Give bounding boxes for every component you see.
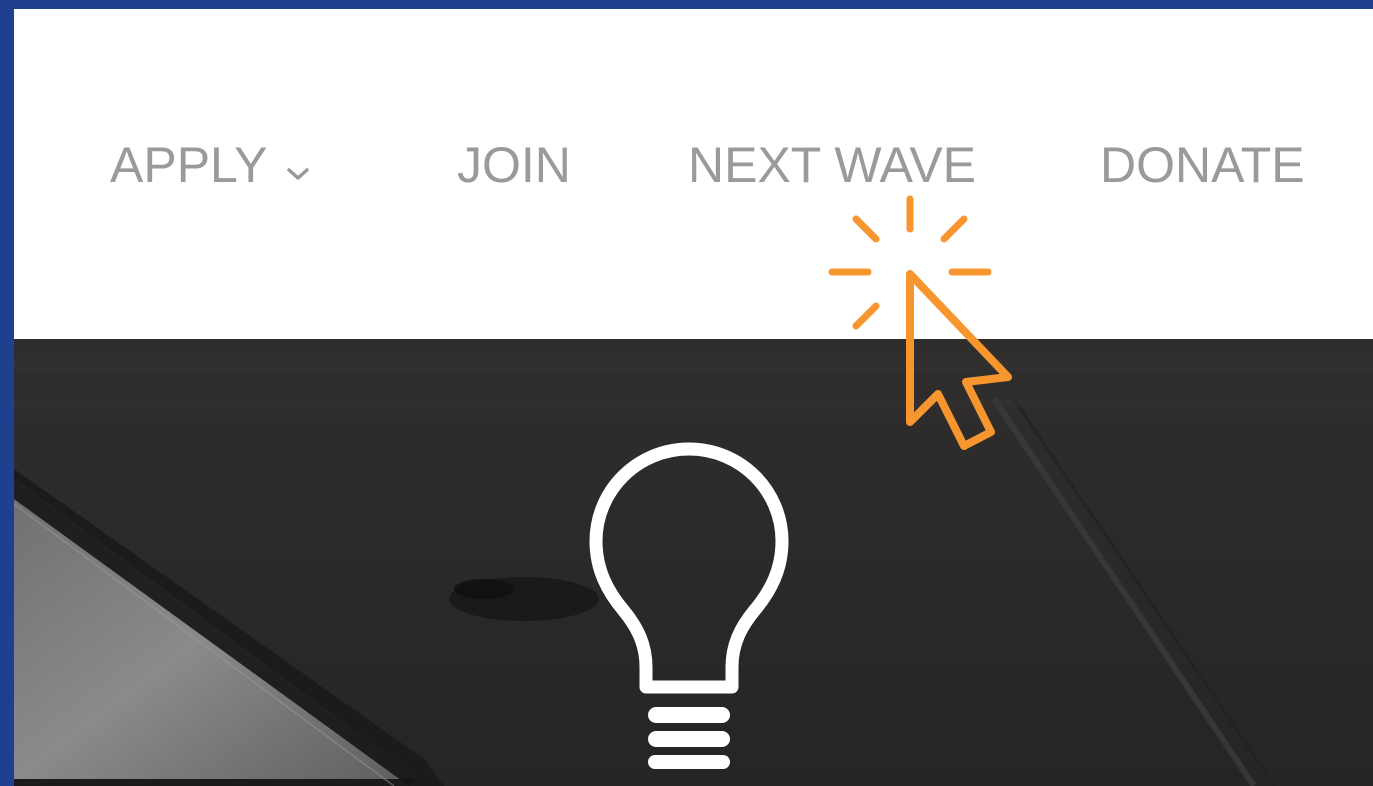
top-navigation: APPLY JOIN NEXT WAVE DONATE xyxy=(14,9,1373,339)
nav-item-label: NEXT WAVE xyxy=(688,137,977,193)
nav-item-apply[interactable]: APPLY xyxy=(110,133,310,201)
hero-banner xyxy=(14,339,1373,786)
nav-item-donate[interactable]: DONATE xyxy=(1100,133,1305,197)
nav-item-label: JOIN xyxy=(457,137,571,193)
nav-item-label: APPLY xyxy=(110,137,268,193)
lightbulb-icon xyxy=(589,442,789,769)
page-screenshot: APPLY JOIN NEXT WAVE DONATE xyxy=(14,9,1373,786)
nav-item-label: DONATE xyxy=(1100,137,1305,193)
nav-item-next-wave[interactable]: NEXT WAVE xyxy=(688,133,976,197)
outer-frame: APPLY JOIN NEXT WAVE DONATE xyxy=(0,0,1373,786)
nav-item-join[interactable]: JOIN xyxy=(457,133,571,197)
click-cursor-icon xyxy=(828,195,1012,450)
chevron-down-icon[interactable] xyxy=(286,133,310,197)
